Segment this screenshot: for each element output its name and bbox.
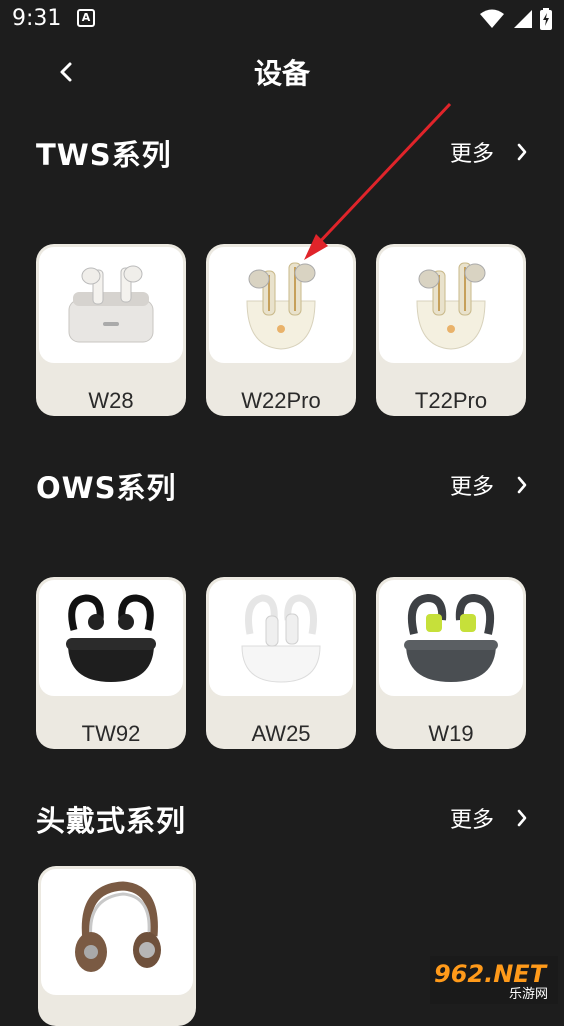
device-name: W22Pro bbox=[241, 388, 321, 413]
more-label: 更多 bbox=[449, 475, 494, 500]
earbuds-image bbox=[379, 580, 523, 696]
watermark-logo: 962.NET 乐游网 bbox=[430, 956, 558, 1004]
headphones-image bbox=[41, 869, 193, 995]
more-button-ows[interactable]: 更多 bbox=[450, 469, 528, 501]
more-label: 更多 bbox=[449, 808, 494, 833]
system-icons bbox=[480, 8, 552, 30]
app-header: 设备 bbox=[0, 44, 564, 100]
wifi-icon bbox=[480, 9, 504, 28]
section-header-headphones: 头戴式系列 更多 bbox=[36, 798, 528, 838]
earbuds-image bbox=[209, 580, 353, 696]
page-title: 设备 bbox=[253, 57, 310, 90]
device-name: T22Pro bbox=[414, 388, 488, 413]
section-header-ows: OWS系列 更多 bbox=[36, 465, 528, 505]
more-button-headphones[interactable]: 更多 bbox=[450, 802, 528, 834]
section-title: TWS系列 bbox=[36, 138, 172, 172]
chevron-right-icon bbox=[517, 143, 527, 161]
annotation-arrow-icon bbox=[304, 102, 452, 260]
device-card-headphone[interactable] bbox=[38, 866, 196, 1026]
device-card-aw25[interactable]: AW25 bbox=[206, 577, 356, 749]
section-title: 头戴式系列 bbox=[36, 804, 187, 838]
device-name: W28 bbox=[88, 388, 134, 413]
status-bar: 9:31 A bbox=[0, 0, 564, 40]
status-time: 9:31 bbox=[12, 6, 62, 31]
device-card-tw92[interactable]: TW92 bbox=[36, 577, 186, 749]
notification-icon: A bbox=[77, 9, 95, 27]
earbuds-image bbox=[39, 580, 183, 696]
signal-icon bbox=[514, 10, 532, 28]
section-title: OWS系列 bbox=[36, 471, 177, 505]
more-button-tws[interactable]: 更多 bbox=[450, 136, 528, 168]
device-name: AW25 bbox=[251, 721, 311, 746]
watermark-subtext: 乐游网 bbox=[508, 987, 548, 1002]
device-row-headphones bbox=[38, 866, 196, 1026]
chevron-right-icon bbox=[517, 809, 527, 827]
device-name: W19 bbox=[428, 721, 474, 746]
battery-icon bbox=[540, 8, 552, 30]
earbuds-image bbox=[39, 247, 183, 363]
device-row-ows: TW92 AW25 W19 bbox=[36, 577, 526, 749]
chevron-right-icon bbox=[517, 476, 527, 494]
device-card-w28[interactable]: W28 bbox=[36, 244, 186, 416]
device-name: TW92 bbox=[81, 721, 141, 746]
device-card-w19[interactable]: W19 bbox=[376, 577, 526, 749]
